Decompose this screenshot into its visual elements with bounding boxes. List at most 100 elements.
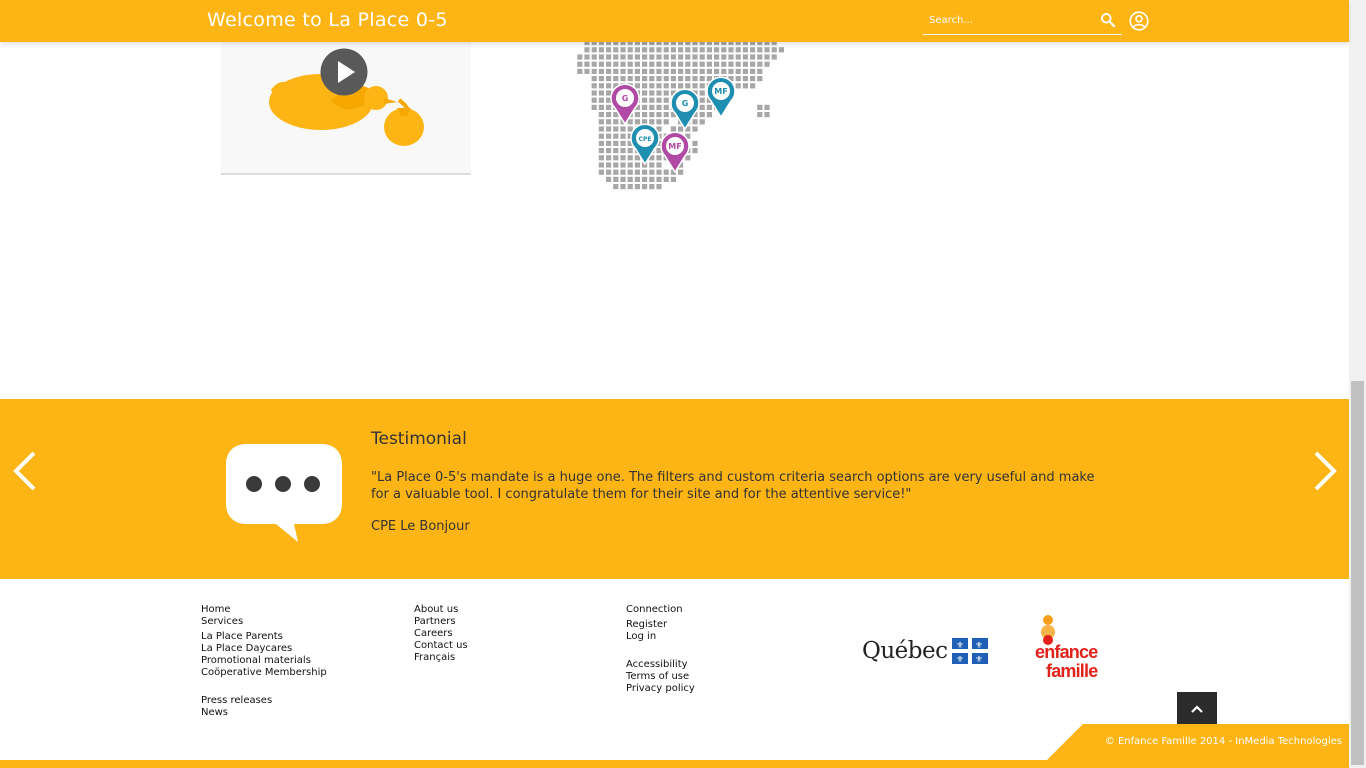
bottom-strip — [0, 760, 1349, 768]
map-cell — [649, 97, 655, 103]
map-cell — [598, 83, 604, 89]
footer-link-press[interactable]: Press releases — [201, 695, 327, 707]
ef-logo-line1: enfance — [1035, 642, 1098, 662]
map-cell — [670, 68, 676, 74]
map-cell — [649, 184, 655, 190]
map-cell — [750, 68, 756, 74]
map-cell — [627, 76, 633, 82]
footer-link-services[interactable]: Services — [201, 616, 327, 628]
map-cell — [757, 76, 763, 82]
map-cell — [620, 47, 626, 53]
map-cell — [685, 61, 691, 67]
map-cell — [678, 68, 684, 74]
map-cell — [598, 126, 604, 132]
video-thumbnail[interactable] — [221, 42, 471, 175]
map-cell — [728, 54, 734, 60]
map-cell — [606, 54, 612, 60]
map-cell — [598, 104, 604, 110]
play-icon[interactable] — [320, 48, 368, 96]
footer-column-about: About us Partners Careers Contact us Fra… — [414, 604, 468, 664]
footer-link-daycares[interactable]: La Place Daycares — [201, 643, 327, 655]
footer-link-register[interactable]: Register — [626, 619, 695, 631]
footer-link-partners[interactable]: Partners — [414, 616, 468, 628]
site-title[interactable]: Welcome to La Place 0-5 — [207, 9, 448, 31]
map-cell — [598, 68, 604, 74]
chevron-right-icon[interactable] — [1310, 449, 1340, 493]
scrollbar-thumb[interactable] — [1351, 381, 1364, 765]
footer-link-home[interactable]: Home — [201, 604, 327, 616]
map-cell — [764, 112, 770, 118]
map-cell — [634, 162, 640, 168]
map-cell — [742, 47, 748, 53]
footer-link-accessibility[interactable]: Accessibility — [626, 659, 695, 671]
map-cell — [642, 47, 648, 53]
map-cell — [656, 97, 662, 103]
map-cell — [656, 83, 662, 89]
map-marker[interactable]: MF — [706, 76, 736, 119]
map-cell — [584, 68, 590, 74]
footer-link-contact[interactable]: Contact us — [414, 640, 468, 652]
map-cell — [598, 155, 604, 161]
map-cell — [649, 61, 655, 67]
page-scrollbar[interactable] — [1349, 0, 1366, 768]
map-cell — [663, 47, 669, 53]
map-cell — [678, 126, 684, 132]
quebec-logo[interactable]: Québec ⚜ ⚜ ⚜ ⚜ — [860, 635, 990, 671]
map-cell — [764, 54, 770, 60]
user-account-icon[interactable] — [1129, 11, 1149, 31]
map-cell — [620, 184, 626, 190]
footer-link-promo[interactable]: Promotional materials — [201, 655, 327, 667]
footer-link-francais[interactable]: Français — [414, 652, 468, 664]
map-cell — [678, 83, 684, 89]
map-cell — [606, 83, 612, 89]
map-cell — [591, 104, 597, 110]
map-cell — [656, 162, 662, 168]
search-input[interactable] — [929, 11, 1089, 29]
map-marker[interactable]: G — [610, 83, 640, 126]
map-cell — [706, 68, 712, 74]
map-cell — [598, 90, 604, 96]
map-cell — [663, 169, 669, 175]
map-cell — [656, 176, 662, 182]
footer-link-privacy[interactable]: Privacy policy — [626, 683, 695, 695]
map-cell — [685, 47, 691, 53]
map-cell — [606, 104, 612, 110]
map-cell — [634, 112, 640, 118]
chevron-left-icon[interactable] — [10, 449, 40, 493]
map-cell — [706, 54, 712, 60]
daycare-map[interactable]: G G MF CPE MF — [570, 40, 785, 195]
footer-link-careers[interactable]: Careers — [414, 628, 468, 640]
map-cell — [699, 112, 705, 118]
footer-link-login[interactable]: Log in — [626, 631, 695, 643]
footer-link-about[interactable]: About us — [414, 604, 468, 616]
map-cell — [649, 76, 655, 82]
map-cell — [620, 176, 626, 182]
footer-link-news[interactable]: News — [201, 707, 327, 719]
search-icon[interactable] — [1100, 12, 1116, 28]
map-marker[interactable]: MF — [660, 131, 690, 174]
map-cell — [728, 68, 734, 74]
map-cell — [642, 104, 648, 110]
footer-link-coop[interactable]: Coöperative Membership — [201, 667, 327, 679]
map-cell — [742, 61, 748, 67]
map-cell — [735, 47, 741, 53]
map-cell — [742, 83, 748, 89]
map-cell — [642, 68, 648, 74]
map-cell — [742, 76, 748, 82]
map-cell — [692, 148, 698, 154]
map-cell — [591, 90, 597, 96]
map-cell — [606, 155, 612, 161]
map-cell — [656, 47, 662, 53]
map-cell — [577, 68, 583, 74]
back-to-top-button[interactable] — [1177, 692, 1217, 727]
footer-link-terms[interactable]: Terms of use — [626, 671, 695, 683]
footer-link-connection[interactable]: Connection — [626, 604, 695, 616]
map-cell — [591, 97, 597, 103]
enfance-famille-logo[interactable]: enfance famille — [1030, 612, 1125, 692]
map-cell — [692, 119, 698, 125]
footer-link-parents[interactable]: La Place Parents — [201, 631, 327, 643]
map-cell — [663, 119, 669, 125]
map-cell — [591, 68, 597, 74]
testimonial-section: Testimonial "La Place 0-5's mandate is a… — [0, 399, 1349, 579]
map-cell — [584, 61, 590, 67]
